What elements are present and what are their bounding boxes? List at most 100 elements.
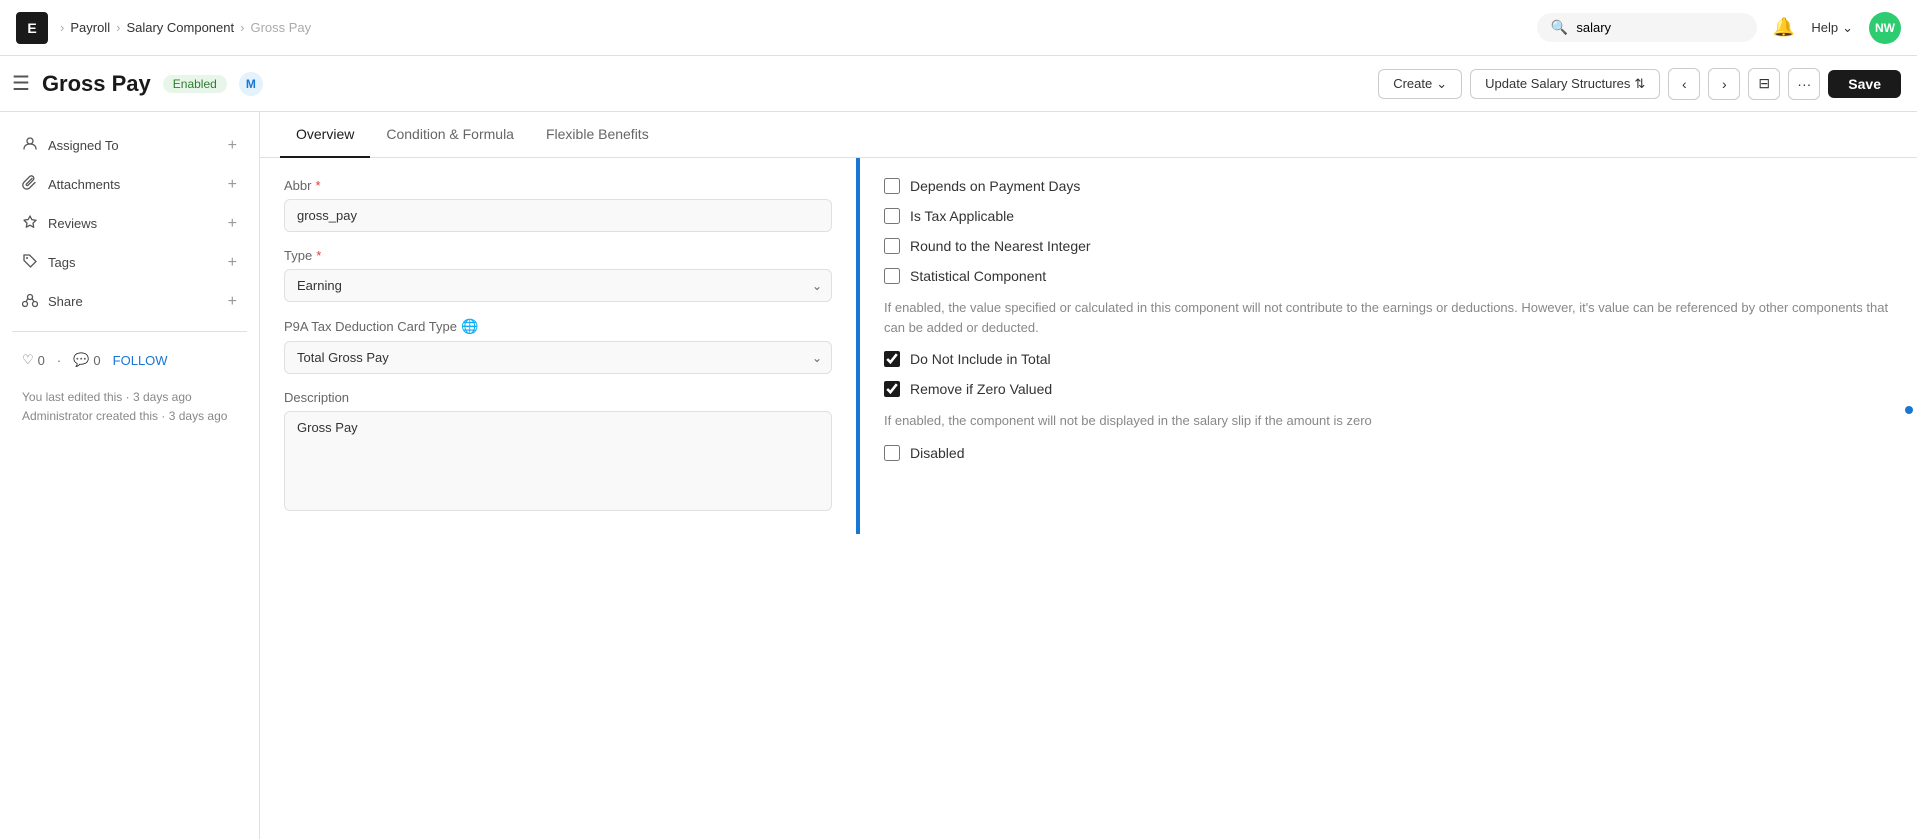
scroll-indicator (1905, 406, 1913, 414)
depends-on-payment-days-row: Depends on Payment Days (884, 178, 1893, 194)
type-select[interactable]: Earning Deduction (284, 269, 832, 302)
create-button[interactable]: Create ⌄ (1378, 69, 1462, 99)
sidebar-item-assigned-to[interactable]: Assigned To + (12, 128, 247, 163)
globe-icon: 🌐 (461, 318, 478, 335)
tab-condition-formula[interactable]: Condition & Formula (370, 112, 530, 158)
help-label: Help (1811, 20, 1838, 35)
add-tag-icon[interactable]: + (228, 254, 237, 272)
statistical-component-checkbox[interactable] (884, 268, 900, 284)
zero-valued-info-text: If enabled, the component will not be di… (884, 411, 1893, 431)
sidebar-meta: ♡ 0 · 💬 0 FOLLOW (12, 344, 247, 376)
sidebar-item-share[interactable]: Share + (12, 284, 247, 319)
attachments-icon (22, 175, 38, 194)
hamburger-icon[interactable]: ☰ (12, 71, 30, 96)
remove-if-zero-valued-checkbox[interactable] (884, 381, 900, 397)
content-area: Abbr * Type * Earning Deduction ⌄ P9A T (260, 158, 1917, 534)
tab-overview[interactable]: Overview (280, 112, 370, 158)
abbr-input[interactable] (284, 199, 832, 232)
add-review-icon[interactable]: + (228, 215, 237, 233)
type-select-wrapper: Earning Deduction ⌄ (284, 269, 832, 302)
assigned-to-icon (22, 136, 38, 155)
chevron-down-icon: ⌄ (1842, 20, 1853, 36)
breadcrumb-payroll[interactable]: Payroll (70, 20, 110, 35)
notification-bell-icon[interactable]: 🔔 (1773, 17, 1795, 38)
breadcrumb-salary-component[interactable]: Salary Component (126, 20, 234, 35)
abbr-label: Abbr * (284, 178, 832, 193)
help-button[interactable]: Help ⌄ (1811, 20, 1853, 36)
search-icon: 🔍 (1551, 19, 1568, 36)
heart-icon: ♡ (22, 352, 34, 368)
statistical-component-label: Statistical Component (910, 268, 1046, 284)
add-assigned-to-icon[interactable]: + (228, 137, 237, 155)
do-not-include-in-total-label: Do Not Include in Total (910, 351, 1051, 367)
round-to-nearest-integer-row: Round to the Nearest Integer (884, 238, 1893, 254)
prev-button[interactable]: ‹ (1668, 68, 1700, 100)
is-tax-applicable-label: Is Tax Applicable (910, 208, 1014, 224)
statistical-component-row: Statistical Component (884, 268, 1893, 284)
breadcrumb: › Payroll › Salary Component › Gross Pay (60, 20, 311, 35)
page-title: Gross Pay (42, 71, 151, 97)
description-label: Description (284, 390, 832, 405)
search-input[interactable] (1576, 20, 1743, 35)
search-box[interactable]: 🔍 (1537, 13, 1757, 42)
form-section: Abbr * Type * Earning Deduction ⌄ P9A T (260, 158, 860, 534)
main-content: Overview Condition & Formula Flexible Be… (260, 112, 1917, 839)
description-textarea[interactable]: Gross Pay (284, 411, 832, 511)
tab-bar: Overview Condition & Formula Flexible Be… (260, 112, 1917, 158)
do-not-include-in-total-checkbox[interactable] (884, 351, 900, 367)
right-panel: Depends on Payment Days Is Tax Applicabl… (860, 158, 1917, 534)
disabled-label: Disabled (910, 445, 964, 461)
sidebar: Assigned To + Attachments + Reviews + Ta… (0, 112, 260, 839)
sidebar-divider (12, 331, 247, 332)
likes-count[interactable]: ♡ 0 (22, 352, 45, 368)
main-layout: Assigned To + Attachments + Reviews + Ta… (0, 112, 1917, 839)
do-not-include-in-total-row: Do Not Include in Total (884, 351, 1893, 367)
sidebar-item-tags-label: Tags (48, 255, 218, 270)
statistical-info-text: If enabled, the value specified or calcu… (884, 298, 1893, 337)
page-header: ☰ Gross Pay Enabled M Create ⌄ Update Sa… (0, 56, 1917, 112)
chevron-up-down-icon: ⇅ (1634, 76, 1645, 92)
sidebar-item-share-label: Share (48, 294, 218, 309)
disabled-checkbox[interactable] (884, 445, 900, 461)
disabled-row: Disabled (884, 445, 1893, 461)
created-by-text: Administrator created this · 3 days ago (22, 407, 237, 426)
avatar[interactable]: NW (1869, 12, 1901, 44)
tags-icon (22, 253, 38, 272)
top-nav-right: 🔔 Help ⌄ NW (1773, 12, 1901, 44)
type-label: Type * (284, 248, 832, 263)
header-actions: Create ⌄ Update Salary Structures ⇅ ‹ › … (1378, 68, 1901, 100)
share-icon (22, 292, 38, 311)
p9a-select-wrapper: Total Gross Pay Basic Salary Other ⌄ (284, 341, 832, 374)
app-logo[interactable]: E (16, 12, 48, 44)
sidebar-item-attachments[interactable]: Attachments + (12, 167, 247, 202)
add-share-icon[interactable]: + (228, 293, 237, 311)
comment-icon: 💬 (73, 352, 89, 368)
next-button[interactable]: › (1708, 68, 1740, 100)
remove-if-zero-valued-label: Remove if Zero Valued (910, 381, 1052, 397)
m-badge: M (239, 72, 263, 96)
p9a-select[interactable]: Total Gross Pay Basic Salary Other (284, 341, 832, 374)
last-edited-text: You last edited this · 3 days ago (22, 388, 237, 407)
chevron-down-icon: ⌄ (1436, 76, 1447, 92)
add-attachment-icon[interactable]: + (228, 176, 237, 194)
depends-on-payment-days-label: Depends on Payment Days (910, 178, 1080, 194)
update-salary-structures-button[interactable]: Update Salary Structures ⇅ (1470, 69, 1660, 99)
comments-count[interactable]: 💬 0 (73, 352, 100, 368)
status-badge: Enabled (163, 75, 227, 93)
sidebar-item-assigned-to-label: Assigned To (48, 138, 218, 153)
save-button[interactable]: Save (1828, 70, 1901, 98)
print-button[interactable]: ⊟ (1748, 68, 1780, 100)
depends-on-payment-days-checkbox[interactable] (884, 178, 900, 194)
round-to-nearest-integer-checkbox[interactable] (884, 238, 900, 254)
is-tax-applicable-checkbox[interactable] (884, 208, 900, 224)
follow-button[interactable]: FOLLOW (113, 353, 168, 368)
sidebar-footer: You last edited this · 3 days ago Admini… (12, 380, 247, 434)
more-options-button[interactable]: ··· (1788, 68, 1820, 100)
tab-flexible-benefits[interactable]: Flexible Benefits (530, 112, 665, 158)
breadcrumb-current: Gross Pay (250, 20, 311, 35)
sidebar-item-tags[interactable]: Tags + (12, 245, 247, 280)
reviews-icon (22, 214, 38, 233)
sidebar-item-reviews[interactable]: Reviews + (12, 206, 247, 241)
is-tax-applicable-row: Is Tax Applicable (884, 208, 1893, 224)
remove-if-zero-valued-row: Remove if Zero Valued (884, 381, 1893, 397)
